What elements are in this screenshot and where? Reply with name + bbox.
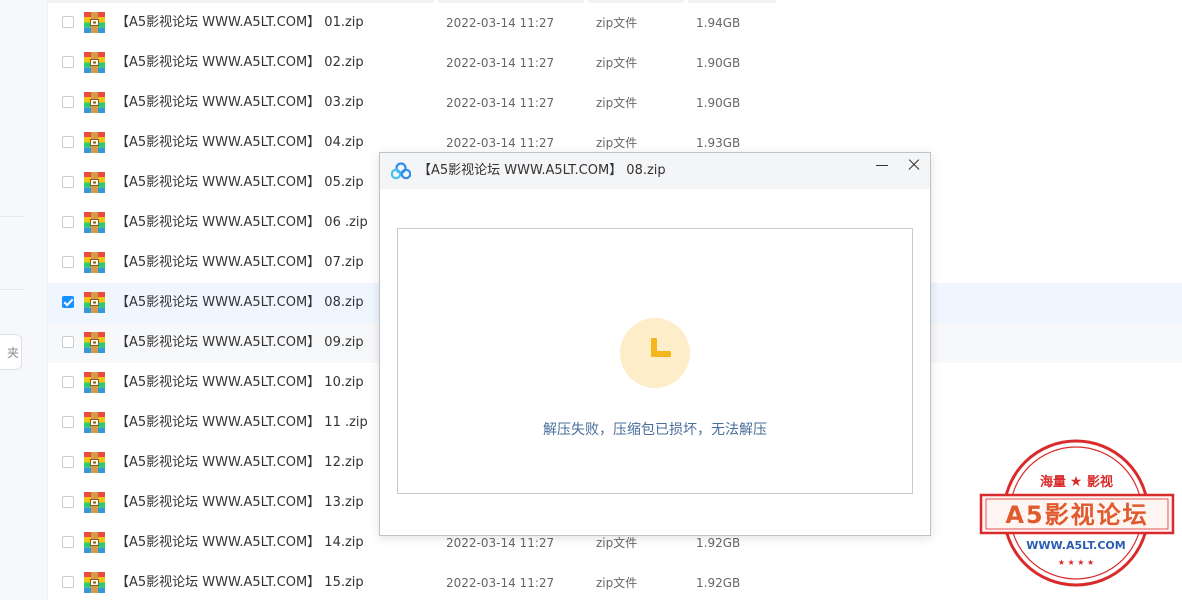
zip-file-icon — [84, 172, 105, 193]
file-name[interactable]: 【A5影视论坛 WWW.A5LT.COM】 13.zip — [116, 483, 364, 523]
row-checkbox[interactable] — [62, 416, 74, 428]
file-name[interactable]: 【A5影视论坛 WWW.A5LT.COM】 05.zip — [116, 163, 364, 203]
file-type: zip文件 — [596, 16, 638, 30]
zip-file-icon — [84, 52, 105, 73]
row-checkbox[interactable] — [62, 376, 74, 388]
zip-file-icon — [84, 332, 105, 353]
file-name[interactable]: 【A5影视论坛 WWW.A5LT.COM】 06 .zip — [116, 203, 368, 243]
row-checkbox[interactable] — [62, 456, 74, 468]
file-name[interactable]: 【A5影视论坛 WWW.A5LT.COM】 14.zip — [116, 523, 364, 563]
file-name[interactable]: 【A5影视论坛 WWW.A5LT.COM】 04.zip — [116, 123, 364, 163]
close-button[interactable] — [906, 156, 922, 174]
zip-file-icon — [84, 292, 105, 313]
file-size: 1.92GB — [696, 576, 741, 590]
file-name[interactable]: 【A5影视论坛 WWW.A5LT.COM】 03.zip — [116, 83, 364, 123]
file-name[interactable]: 【A5影视论坛 WWW.A5LT.COM】 10.zip — [116, 363, 364, 403]
file-name[interactable]: 【A5影视论坛 WWW.A5LT.COM】 01.zip — [116, 3, 364, 43]
zip-file-icon — [84, 452, 105, 473]
row-checkbox[interactable] — [62, 136, 74, 148]
file-name[interactable]: 【A5影视论坛 WWW.A5LT.COM】 08.zip — [116, 283, 364, 323]
row-checkbox[interactable] — [62, 296, 74, 308]
row-checkbox[interactable] — [62, 96, 74, 108]
zip-file-icon — [84, 492, 105, 513]
file-date: 2022-03-14 11:27 — [446, 96, 555, 110]
zip-file-icon — [84, 572, 105, 593]
stamp-stars-icon: ★ ★ ★ ★ — [1058, 558, 1094, 567]
dialog-title: 【A5影视论坛 WWW.A5LT.COM】 08.zip — [418, 163, 666, 178]
zip-file-icon — [84, 212, 105, 233]
file-row[interactable]: 【A5影视论坛 WWW.A5LT.COM】 02.zip 2022-03-14 … — [48, 43, 1182, 83]
dialog-content: 解压失败，压缩包已损坏，无法解压 — [397, 228, 913, 494]
stamp-url-text: WWW.A5LT.COM — [1026, 539, 1125, 552]
file-name[interactable]: 【A5影视论坛 WWW.A5LT.COM】 15.zip — [116, 563, 364, 603]
file-name[interactable]: 【A5影视论坛 WWW.A5LT.COM】 07.zip — [116, 243, 364, 283]
row-checkbox[interactable] — [62, 176, 74, 188]
zip-file-icon — [84, 252, 105, 273]
file-date: 2022-03-14 11:27 — [446, 56, 555, 70]
row-checkbox[interactable] — [62, 496, 74, 508]
file-size: 1.90GB — [696, 56, 741, 70]
row-checkbox[interactable] — [62, 16, 74, 28]
file-name[interactable]: 【A5影视论坛 WWW.A5LT.COM】 11 .zip — [116, 403, 368, 443]
stamp-top-right-text: 影视 — [1087, 474, 1113, 490]
file-row[interactable]: 【A5影视论坛 WWW.A5LT.COM】 03.zip 2022-03-14 … — [48, 83, 1182, 123]
file-row[interactable]: 【A5影视论坛 WWW.A5LT.COM】 01.zip 2022-03-14 … — [48, 3, 1182, 43]
zip-file-icon — [84, 532, 105, 553]
row-checkbox[interactable] — [62, 536, 74, 548]
sidebar-divider — [0, 289, 24, 290]
zip-file-icon — [84, 92, 105, 113]
stamp-banner-text: A5影视论坛 — [1005, 501, 1148, 529]
dialog-titlebar[interactable]: 【A5影视论坛 WWW.A5LT.COM】 08.zip — [380, 153, 930, 189]
file-type: zip文件 — [596, 56, 638, 70]
row-checkbox[interactable] — [62, 256, 74, 268]
minimize-button[interactable] — [874, 155, 892, 175]
watermark-stamp: 海量 ★ 影视 A5影视论坛 WWW.A5LT.COM ★ ★ ★ ★ — [979, 439, 1175, 587]
cloud-logo-icon — [391, 162, 411, 180]
file-type: zip文件 — [596, 96, 638, 110]
new-folder-button[interactable]: 夹 — [0, 334, 22, 370]
sidebar: 夹 — [0, 0, 48, 600]
file-size: 1.94GB — [696, 16, 741, 30]
error-message: 解压失败，压缩包已损坏，无法解压 — [543, 422, 767, 438]
extract-dialog: 【A5影视论坛 WWW.A5LT.COM】 08.zip 解压失败，压缩包已损坏… — [379, 152, 931, 536]
clock-icon — [620, 318, 690, 388]
file-name[interactable]: 【A5影视论坛 WWW.A5LT.COM】 09.zip — [116, 323, 364, 363]
zip-file-icon — [84, 372, 105, 393]
stamp-top-left-text: 海量 — [1040, 474, 1066, 490]
file-name[interactable]: 【A5影视论坛 WWW.A5LT.COM】 12.zip — [116, 443, 364, 483]
file-date: 2022-03-14 11:27 — [446, 576, 555, 590]
row-checkbox[interactable] — [62, 576, 74, 588]
sidebar-divider — [0, 216, 24, 217]
file-name[interactable]: 【A5影视论坛 WWW.A5LT.COM】 02.zip — [116, 43, 364, 83]
row-checkbox[interactable] — [62, 216, 74, 228]
file-date: 2022-03-14 11:27 — [446, 16, 555, 30]
star-icon: ★ — [1070, 474, 1083, 490]
zip-file-icon — [84, 412, 105, 433]
zip-file-icon — [84, 132, 105, 153]
file-type: zip文件 — [596, 576, 638, 590]
zip-file-icon — [84, 12, 105, 33]
row-checkbox[interactable] — [62, 56, 74, 68]
file-size: 1.90GB — [696, 96, 741, 110]
row-checkbox[interactable] — [62, 336, 74, 348]
